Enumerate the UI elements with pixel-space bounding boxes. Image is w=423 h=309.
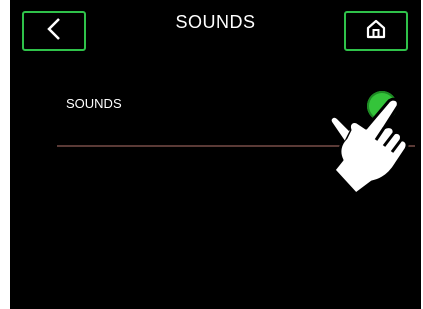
pointing-hand-icon	[310, 94, 422, 198]
settings-screen: SOUNDS SOUNDS	[10, 0, 421, 309]
home-button[interactable]	[344, 11, 408, 51]
sounds-setting-label: SOUNDS	[66, 96, 122, 111]
home-icon	[365, 18, 387, 45]
